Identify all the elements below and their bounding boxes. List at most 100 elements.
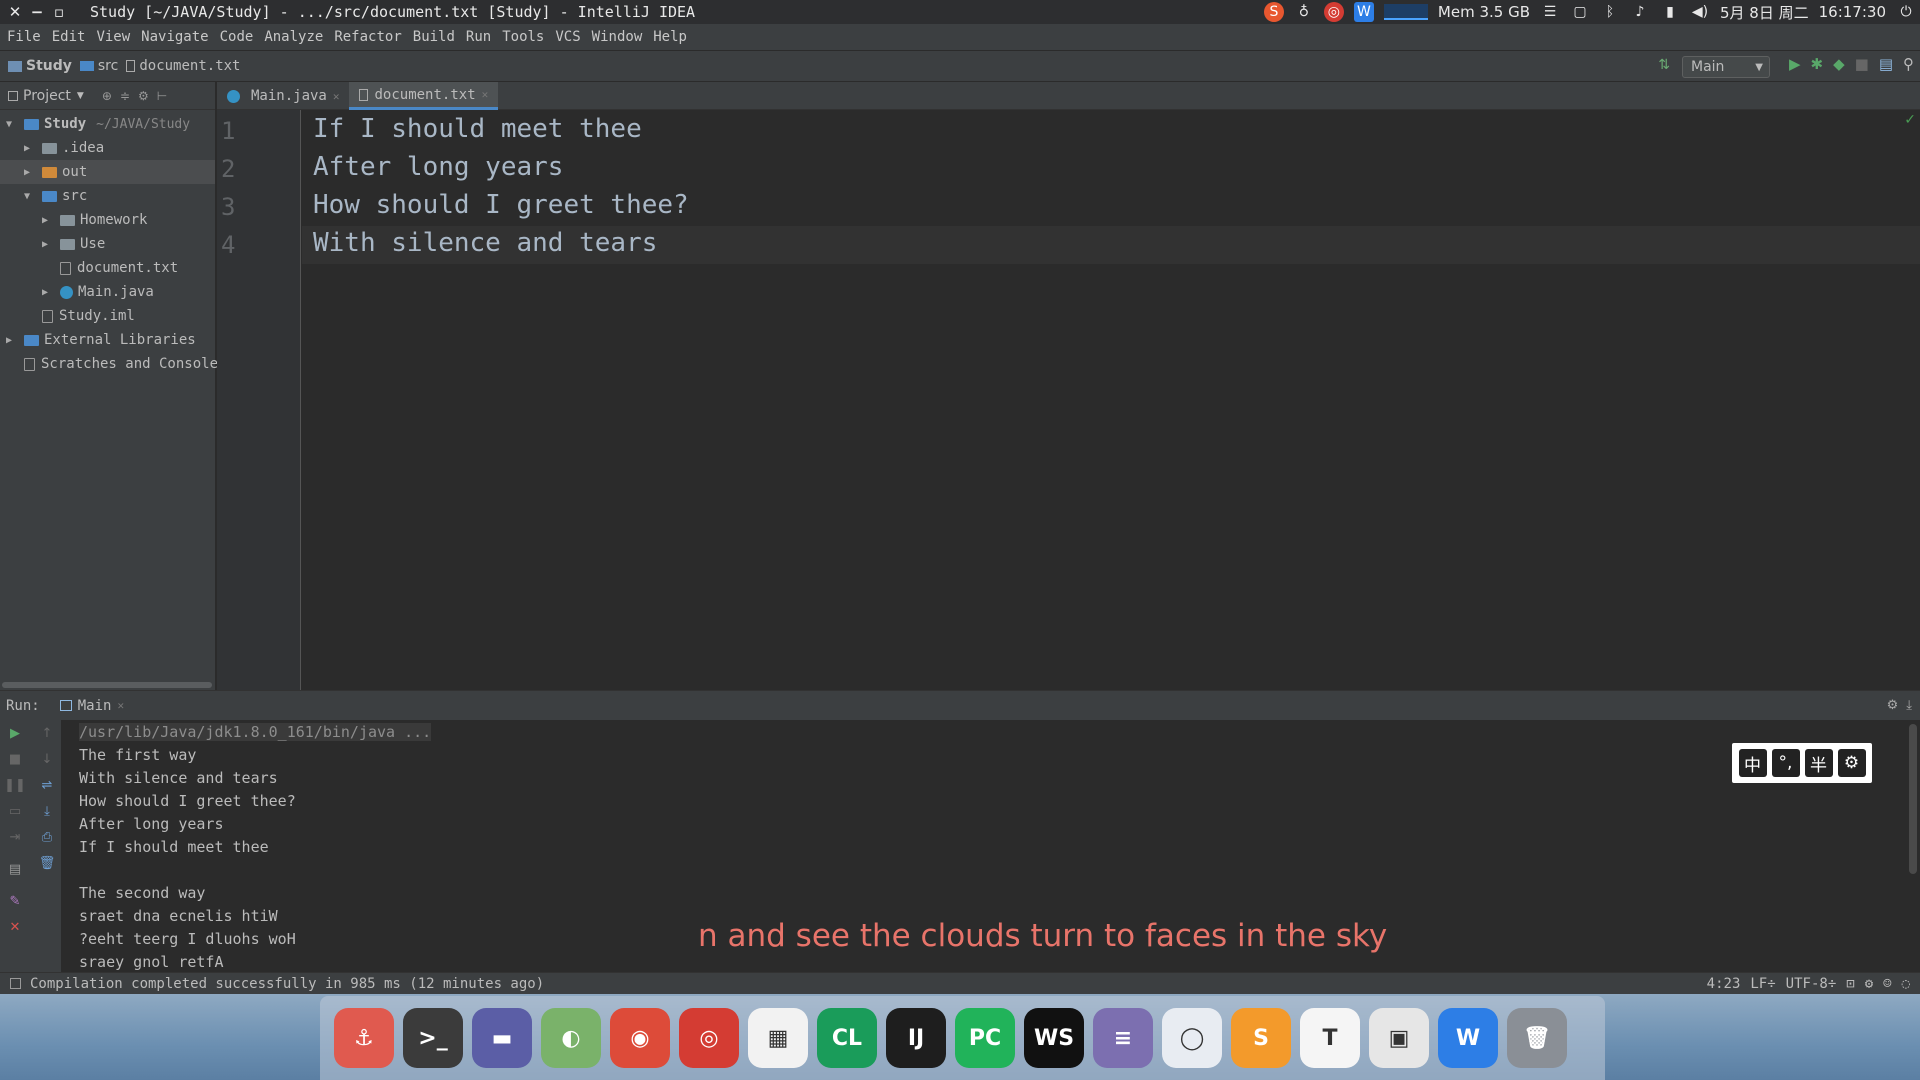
expand-arrow-icon[interactable]: ▼ <box>6 119 18 130</box>
stop-icon[interactable]: ■ <box>6 750 24 768</box>
tree-item[interactable]: ▶ .idea <box>24 136 104 160</box>
close-icon[interactable]: ✕ <box>6 918 24 936</box>
code-line[interactable]: With silence and tears <box>313 228 657 258</box>
ime-punctuation-toggle[interactable]: °, <box>1771 749 1800 777</box>
notification-bell-icon[interactable]: ♪ <box>1630 2 1650 22</box>
anchor-icon[interactable]: ⚓ <box>334 1008 394 1068</box>
close-tab-icon[interactable]: ✕ <box>117 699 124 712</box>
tree-item[interactable]: ▶ Homework <box>42 208 147 232</box>
soft-wrap-icon[interactable]: ⇌ <box>38 776 56 794</box>
collapse-arrow-icon[interactable]: ▶ <box>24 143 36 154</box>
power-icon[interactable]: ⏻ <box>1896 2 1916 22</box>
lightbulb-icon[interactable]: ♁ <box>1294 2 1314 22</box>
collapse-arrow-icon[interactable]: ▶ <box>24 167 36 178</box>
close-tab-icon[interactable]: ✕ <box>482 88 489 101</box>
build-icon[interactable]: ⇅ <box>1658 57 1670 73</box>
console-scrollbar[interactable] <box>1909 724 1917 874</box>
tree-item[interactable]: ▶ External Libraries <box>6 328 196 352</box>
expand-arrow-icon[interactable]: ▼ <box>24 191 36 202</box>
battery-icon[interactable]: ▮ <box>1660 2 1680 22</box>
close-window-button[interactable]: ✕ <box>4 3 26 21</box>
down-arrow-icon[interactable]: ↓ <box>38 750 56 768</box>
menu-icon[interactable]: ☰ <box>1540 2 1560 22</box>
ime-chinese-toggle[interactable]: 中 <box>1738 749 1767 777</box>
tray-clock[interactable]: 16:17:30 <box>1819 3 1886 21</box>
ime-settings-icon[interactable]: ⚙ <box>1837 749 1866 777</box>
close-tab-icon[interactable]: ✕ <box>333 90 340 103</box>
code-line[interactable]: After long years <box>313 152 563 182</box>
menu-edit[interactable]: Edit <box>52 29 86 45</box>
line-separator[interactable]: LF÷ <box>1750 976 1775 992</box>
sublime-icon[interactable]: S <box>1231 1008 1291 1068</box>
chrome-icon[interactable]: ◉ <box>610 1008 670 1068</box>
menu-help[interactable]: Help <box>653 29 687 45</box>
run-tab-main[interactable]: Main ✕ <box>59 698 124 714</box>
file-encoding[interactable]: UTF-8÷ <box>1786 976 1837 992</box>
terminal-icon[interactable]: >_ <box>403 1008 463 1068</box>
menu-window[interactable]: Window <box>592 29 643 45</box>
ime-halfwidth-toggle[interactable]: 半 <box>1804 749 1833 777</box>
project-scrollbar[interactable] <box>2 682 212 688</box>
window-icon[interactable]: ▢ <box>1570 2 1590 22</box>
exit-icon[interactable]: ⇥ <box>6 828 24 846</box>
volume-icon[interactable]: ◀) <box>1690 2 1710 22</box>
tree-item[interactable]: Scratches and Consoles <box>6 352 226 376</box>
stop-icon[interactable]: ■ <box>1855 55 1869 73</box>
run-configuration-select[interactable]: Main ▼ <box>1682 56 1770 78</box>
collapse-icon[interactable]: ≑ <box>120 89 130 103</box>
wps-tray-icon[interactable]: W <box>1353 2 1374 22</box>
breadcrumb-study[interactable]: Study <box>8 58 72 74</box>
collapse-arrow-icon[interactable]: ▶ <box>42 287 54 298</box>
event-log-icon[interactable]: ◌ <box>1902 976 1910 992</box>
menu-vcs[interactable]: VCS <box>555 29 580 45</box>
search-icon[interactable]: ⚲ <box>1903 55 1914 73</box>
netease-music-icon[interactable]: ◎ <box>679 1008 739 1068</box>
maximize-window-button[interactable]: ▫ <box>48 3 70 21</box>
editor-text-area[interactable]: If I should meet thee After long years H… <box>302 110 1920 690</box>
lock-icon[interactable]: ⊡ <box>1846 976 1854 992</box>
git-icon[interactable]: ⚙ <box>1865 976 1873 992</box>
up-arrow-icon[interactable]: ↑ <box>38 724 56 742</box>
code-line[interactable]: If I should meet thee <box>313 114 642 144</box>
collapse-arrow-icon[interactable]: ▶ <box>42 239 54 250</box>
tree-item[interactable]: ▶ out <box>0 160 215 184</box>
pause-icon[interactable]: ❚❚ <box>4 776 26 794</box>
status-message[interactable]: Compilation completed successfully in 98… <box>30 976 544 992</box>
hide-icon[interactable]: ⊢ <box>157 89 167 103</box>
coverage-icon[interactable]: ◆ <box>1833 55 1845 73</box>
cursor-position[interactable]: 4:23 <box>1707 976 1741 992</box>
menu-tools[interactable]: Tools <box>502 29 544 45</box>
sogou-icon[interactable]: S <box>1263 2 1284 22</box>
inspector-icon[interactable]: ☺ <box>1883 976 1891 992</box>
menu-code[interactable]: Code <box>220 29 254 45</box>
tab-document-txt[interactable]: document.txt ✕ <box>349 82 499 110</box>
breadcrumb-src[interactable]: src <box>79 58 118 74</box>
menu-view[interactable]: View <box>96 29 130 45</box>
tree-item[interactable]: ▶ Use <box>42 232 105 256</box>
code-line[interactable]: How should I greet thee? <box>313 190 689 220</box>
bluetooth-icon[interactable]: ᛒ <box>1600 2 1620 22</box>
tab-main-java[interactable]: Main.java ✕ <box>217 82 349 110</box>
menu-build[interactable]: Build <box>413 29 455 45</box>
project-view-select[interactable]: Project <box>23 88 71 104</box>
text-editor-icon[interactable]: ≡ <box>1093 1008 1153 1068</box>
breadcrumb-document[interactable]: document.txt <box>126 58 241 74</box>
app-store-icon[interactable]: ▦ <box>748 1008 808 1068</box>
menu-file[interactable]: File <box>7 29 41 45</box>
tree-item[interactable]: ▶ Main.java <box>42 280 154 304</box>
tree-item[interactable]: document.txt <box>42 256 178 280</box>
gear-icon[interactable]: ⚙ <box>138 89 149 103</box>
hide-panel-icon[interactable]: ⤓ <box>1906 698 1912 713</box>
minimize-window-button[interactable]: − <box>26 3 48 21</box>
menu-navigate[interactable]: Navigate <box>141 29 208 45</box>
webstorm-icon[interactable]: WS <box>1024 1008 1084 1068</box>
debug-icon[interactable]: ✱ <box>1811 55 1824 73</box>
rerun-icon[interactable]: ▶ <box>6 724 24 742</box>
tree-item[interactable]: Study.iml <box>24 304 135 328</box>
typora-icon[interactable]: T <box>1300 1008 1360 1068</box>
remote-desktop-icon[interactable]: ▣ <box>1369 1008 1429 1068</box>
menu-run[interactable]: Run <box>466 29 491 45</box>
layout-icon[interactable]: ▤ <box>6 860 24 878</box>
scroll-to-end-icon[interactable]: ⤓ <box>38 802 56 820</box>
tree-item[interactable]: ▼ src <box>24 184 87 208</box>
